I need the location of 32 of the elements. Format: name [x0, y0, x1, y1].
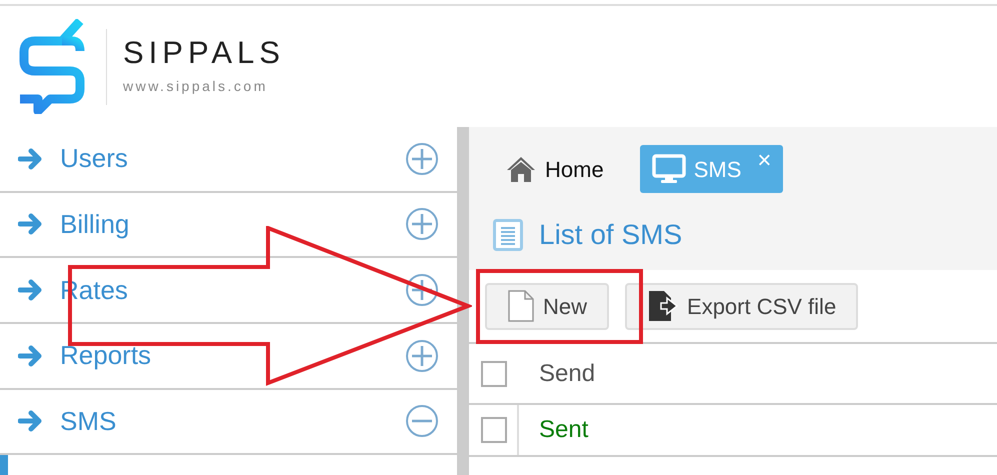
status-cell-text: Sent [539, 415, 588, 445]
column-header: Send [539, 358, 596, 388]
arrow-icon [18, 279, 44, 302]
sidebar-item[interactable]: Reports [0, 324, 457, 390]
tab[interactable]: SMS × [640, 145, 784, 193]
new-button[interactable]: New [485, 282, 610, 330]
checkbox[interactable] [481, 417, 507, 443]
document-icon [507, 289, 535, 323]
arrow-icon [18, 148, 44, 170]
close-icon[interactable]: × [757, 149, 772, 173]
expand-icon[interactable] [405, 273, 439, 308]
sidebar-item[interactable]: Billing [0, 192, 457, 258]
list-icon [493, 218, 523, 250]
expand-icon[interactable] [405, 207, 439, 242]
tab[interactable]: Home [493, 145, 616, 193]
sidebar-item[interactable]: SMS [0, 390, 457, 456]
logo-name: SIPPALS [123, 36, 285, 68]
arrow-icon [18, 410, 44, 432]
expand-icon[interactable] [405, 142, 439, 176]
expand-icon[interactable] [405, 338, 439, 373]
collapse-icon[interactable] [405, 404, 439, 438]
checkbox[interactable] [481, 360, 507, 386]
export-icon [647, 290, 680, 322]
logo-url: www.sippals.com [123, 76, 269, 96]
home-icon [505, 155, 537, 183]
arrow-icon [18, 344, 44, 367]
arrow-icon [18, 213, 44, 236]
sidebar-item[interactable]: Users [0, 127, 457, 193]
export-button[interactable]: Export CSV file [625, 282, 858, 330]
monitor-icon [652, 154, 686, 184]
page-title: List of SMS [539, 218, 682, 252]
splitter-bar[interactable] [457, 127, 469, 475]
